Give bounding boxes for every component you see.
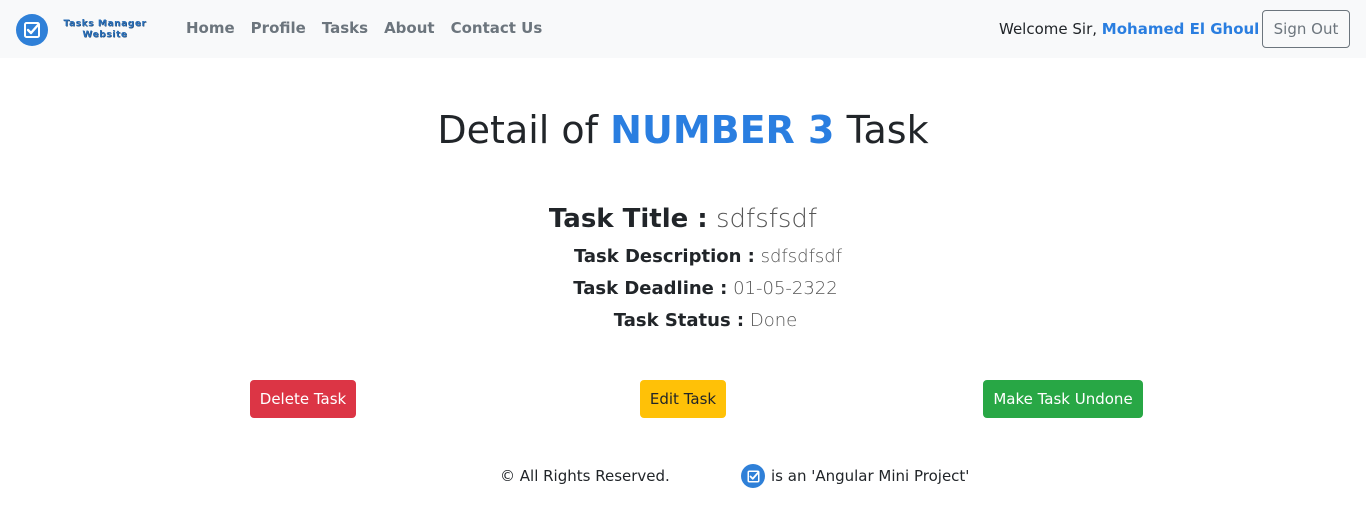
footer-rights: © All Rights Reserved. [500, 467, 670, 485]
page-title-suffix: Task [846, 108, 929, 152]
task-deadline-label: Task Deadline : [573, 278, 728, 299]
footer-project-note: is an 'Angular Mini Project' [741, 464, 969, 488]
task-status-row: Task Status : Done [0, 310, 1366, 331]
delete-task-button[interactable]: Delete Task [250, 380, 356, 418]
nav-contact-us[interactable]: Contact Us [451, 19, 543, 37]
page-title-prefix: Detail of [437, 108, 599, 152]
sign-out-button[interactable]: Sign Out [1262, 10, 1350, 48]
task-description-label: Task Description : [573, 246, 755, 267]
checkbox-check-icon [741, 464, 765, 488]
checkbox-check-icon [16, 14, 48, 46]
footer-project-text: is an 'Angular Mini Project' [771, 467, 970, 485]
nav-links: Home Profile Tasks About Contact Us [186, 19, 542, 37]
nav-home[interactable]: Home [186, 19, 235, 37]
task-status-label: Task Status : [613, 310, 745, 331]
brand-line-2: Website [82, 30, 128, 40]
task-title-row: Task Title : sdfsfsdf [0, 204, 1366, 234]
task-status-value: Done [749, 310, 798, 331]
nav-profile[interactable]: Profile [251, 19, 306, 37]
user-name: Mohamed El Ghoul [1101, 20, 1260, 38]
welcome-message: Welcome Sir, Mohamed El Ghoul [999, 20, 1259, 38]
edit-task-button[interactable]: Edit Task [640, 380, 726, 418]
brand-line-1: Tasks Manager [63, 19, 147, 29]
make-task-undone-button[interactable]: Make Task Undone [983, 380, 1143, 418]
brand-logo-link[interactable]: Tasks Manager Website [16, 13, 153, 47]
task-description-row: Task Description : sdfsdfsdf [0, 246, 1366, 267]
task-deadline-row: Task Deadline : 01-05-2322 [0, 278, 1366, 299]
task-title-label: Task Title : [548, 204, 708, 234]
nav-tasks[interactable]: Tasks [322, 19, 368, 37]
nav-about[interactable]: About [384, 19, 435, 37]
welcome-prefix: Welcome Sir, [999, 20, 1098, 38]
task-title-value: sdfsfsdf [715, 204, 818, 234]
page-title: Detail of NUMBER 3 Task [0, 108, 1366, 152]
brand-text: Tasks Manager Website [57, 19, 153, 41]
task-description-value: sdfsdfsdf [760, 246, 843, 267]
task-deadline-value: 01-05-2322 [733, 278, 838, 299]
navbar: Tasks Manager Website Home Profile Tasks… [0, 0, 1366, 58]
task-number: NUMBER 3 [610, 108, 835, 152]
